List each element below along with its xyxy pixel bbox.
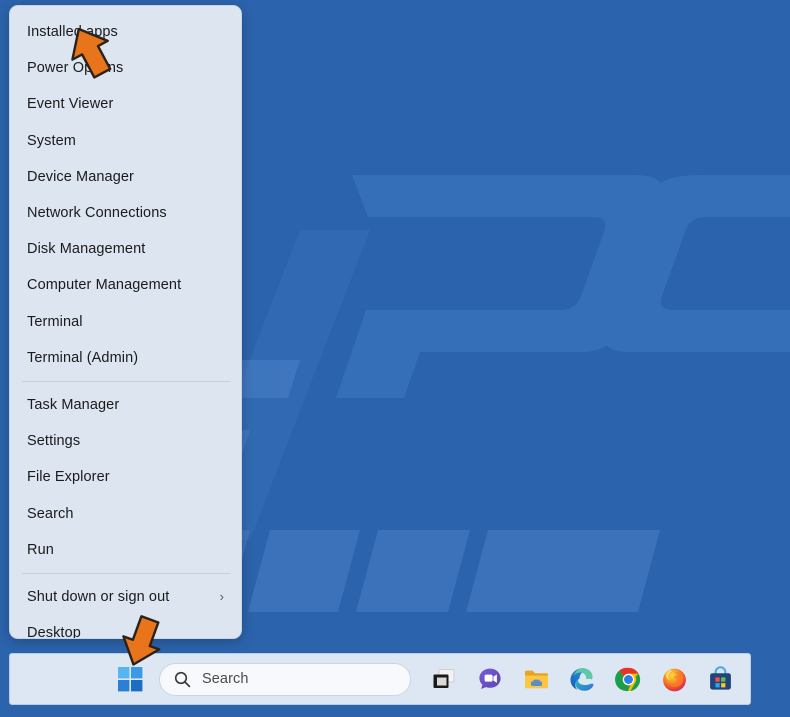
menu-separator — [22, 572, 231, 574]
menu-item-label: Device Manager — [27, 168, 134, 185]
menu-item-label: Event Viewer — [27, 96, 114, 113]
menu-item-label: System — [27, 132, 76, 149]
task-view-button[interactable] — [421, 657, 467, 701]
chat-button[interactable] — [467, 657, 513, 701]
menu-item-label: File Explorer — [27, 469, 110, 486]
menu-item-label: Computer Management — [27, 277, 182, 294]
menu-item-device-manager[interactable]: Device Manager — [10, 159, 241, 195]
menu-item-label: Power Options — [27, 60, 124, 77]
task-view-icon — [433, 669, 455, 688]
taskbar[interactable]: Search — [9, 653, 751, 705]
google-chrome-button[interactable] — [605, 657, 651, 701]
search-placeholder: Search — [202, 671, 249, 687]
desktop-screen: Installed apps Power Options Event Viewe… — [0, 0, 790, 717]
mozilla-firefox-button[interactable] — [651, 657, 697, 701]
taskbar-center-group: Search — [107, 657, 743, 701]
mozilla-firefox-icon — [662, 668, 686, 691]
search-input[interactable]: Search — [159, 662, 411, 696]
menu-item-shut-down-or-sign-out[interactable]: Shut down or sign out › — [10, 579, 241, 615]
menu-item-installed-apps[interactable]: Installed apps — [10, 14, 241, 50]
menu-item-label: Task Manager — [27, 396, 120, 413]
menu-item-settings[interactable]: Settings — [10, 423, 241, 459]
menu-item-network-connections[interactable]: Network Connections — [10, 195, 241, 231]
microsoft-edge-icon — [570, 667, 594, 691]
winx-context-menu[interactable]: Installed apps Power Options Event Viewe… — [9, 5, 242, 639]
menu-separator — [22, 380, 231, 382]
menu-item-label: Settings — [27, 433, 81, 450]
chat-icon — [479, 668, 501, 689]
menu-item-computer-management[interactable]: Computer Management — [10, 267, 241, 303]
start-button[interactable] — [107, 657, 153, 701]
menu-item-system[interactable]: System — [10, 123, 241, 159]
menu-item-power-options[interactable]: Power Options — [10, 50, 241, 86]
google-chrome-icon — [614, 667, 640, 691]
menu-item-terminal-admin[interactable]: Terminal (Admin) — [10, 340, 241, 376]
menu-item-run[interactable]: Run — [10, 532, 241, 568]
menu-item-disk-management[interactable]: Disk Management — [10, 231, 241, 267]
menu-item-label: Network Connections — [27, 205, 167, 222]
menu-item-label: Desktop — [27, 625, 81, 639]
menu-item-label: Run — [27, 541, 54, 558]
menu-item-task-manager[interactable]: Task Manager — [10, 387, 241, 423]
menu-item-label: Shut down or sign out — [27, 588, 170, 605]
microsoft-store-icon — [709, 665, 731, 690]
microsoft-edge-button[interactable] — [559, 657, 605, 701]
menu-item-label: Terminal — [27, 313, 83, 330]
menu-item-search[interactable]: Search — [10, 495, 241, 531]
menu-item-label: Installed apps — [27, 24, 118, 41]
search-icon — [174, 671, 191, 687]
menu-item-event-viewer[interactable]: Event Viewer — [10, 86, 241, 122]
menu-item-file-explorer[interactable]: File Explorer — [10, 459, 241, 495]
menu-item-label: Terminal (Admin) — [27, 349, 139, 366]
menu-item-terminal[interactable]: Terminal — [10, 304, 241, 340]
microsoft-store-button[interactable] — [697, 657, 743, 701]
file-explorer-icon — [524, 670, 548, 688]
menu-item-label: Disk Management — [27, 241, 146, 258]
menu-item-desktop[interactable]: Desktop — [10, 615, 241, 639]
chevron-right-icon: › — [219, 589, 224, 605]
windows-logo-icon — [117, 666, 142, 691]
file-explorer-button[interactable] — [513, 657, 559, 701]
menu-item-label: Search — [27, 505, 74, 522]
